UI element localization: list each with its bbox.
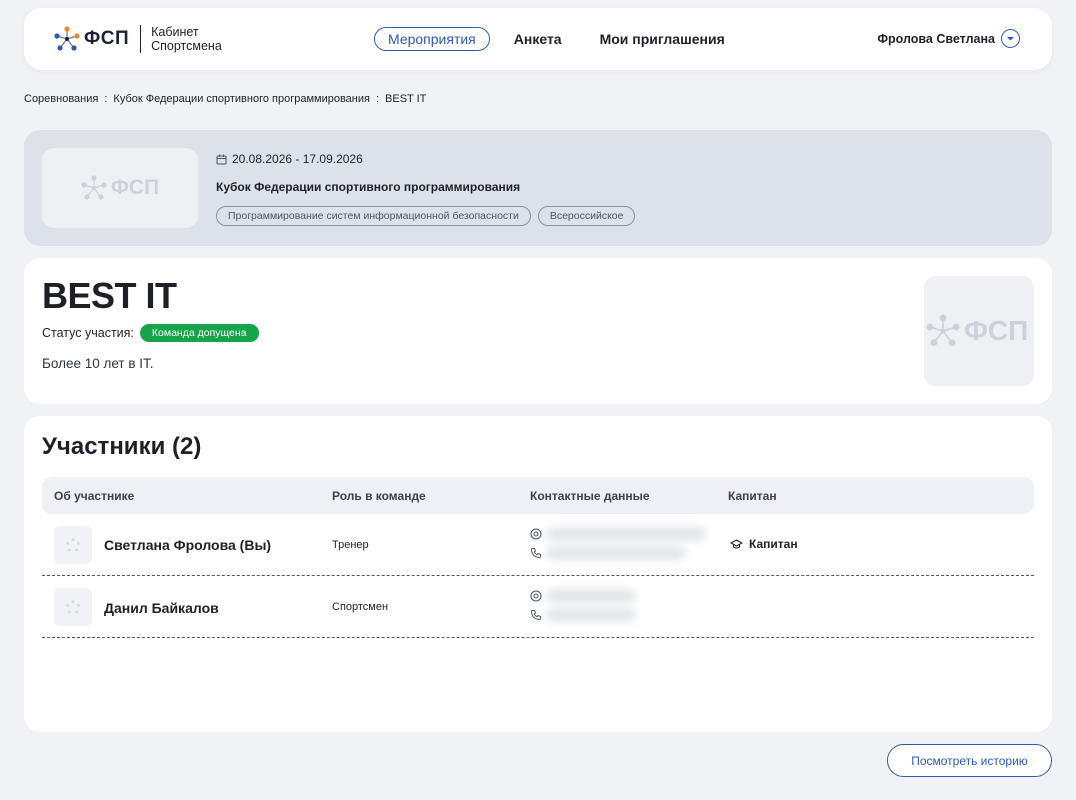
cabinet-label-line1: Кабинет <box>151 25 199 39</box>
fsp-logo-icon <box>66 600 80 614</box>
logo-divider <box>140 25 142 53</box>
logo-placeholder-text: ФСП <box>964 315 1029 346</box>
breadcrumb: Соревнования : Кубок Федерации спортивно… <box>24 93 426 105</box>
breadcrumb-separator: : <box>104 93 108 105</box>
blurred-phone <box>546 545 686 560</box>
team-description: Более 10 лет в IT. <box>42 356 154 371</box>
email-line <box>530 524 706 543</box>
team-logo: ФСП <box>924 276 1034 386</box>
top-header: ФСП Кабинет Спортсмена Мероприятия Анкет… <box>24 8 1052 70</box>
logo-placeholder-text: ФСП <box>110 176 160 199</box>
breadcrumb-separator: : <box>375 93 380 105</box>
team-card: BEST IT Статус участия: Команда допущена… <box>24 258 1052 404</box>
avatar <box>54 526 92 564</box>
table-header: Об участнике Роль в команде Контактные д… <box>42 477 1034 514</box>
table-row[interactable]: Данил Байкалов Спортсмен <box>42 576 1034 638</box>
cabinet-label: Кабинет Спортсмена <box>151 25 222 53</box>
avatar <box>54 588 92 626</box>
column-role: Роль в команде <box>332 489 426 503</box>
breadcrumb-competitions[interactable]: Соревнования <box>24 93 98 105</box>
blurred-email <box>546 526 706 541</box>
member-role: Тренер <box>332 539 369 551</box>
at-sign-icon <box>530 527 542 540</box>
captain-label: Капитан <box>749 537 798 551</box>
event-banner[interactable]: ФСП 20.08.2026 - 17.09.2026 Кубок Федера… <box>24 130 1052 246</box>
user-menu[interactable]: Фролова Светлана <box>877 29 1020 48</box>
view-history-button[interactable]: Посмотреть историю <box>887 744 1052 777</box>
fsp-logo[interactable]: ФСП Кабинет Спортсмена <box>54 25 222 53</box>
event-tags: Программирование систем информационной б… <box>216 206 642 226</box>
blurred-phone <box>546 607 636 622</box>
member-role: Спортсмен <box>332 601 389 613</box>
logo-text: ФСП <box>84 28 130 49</box>
phone-line <box>530 605 636 624</box>
event-title: Кубок Федерации спортивного программиров… <box>216 180 521 194</box>
phone-icon <box>530 547 541 558</box>
nav-invitations[interactable]: Мои приглашения <box>600 31 725 47</box>
breadcrumb-cup[interactable]: Кубок Федерации спортивного программиров… <box>113 93 370 105</box>
at-sign-icon <box>530 589 542 602</box>
email-line <box>530 586 636 605</box>
fsp-logo-placeholder: ФСП <box>926 314 1028 348</box>
cabinet-label-line2: Спортсмена <box>151 39 222 53</box>
member-contacts <box>530 586 636 624</box>
fsp-logo-icon <box>926 314 960 347</box>
fsp-logo-icon <box>66 538 80 552</box>
status-badge: Команда допущена <box>139 324 259 342</box>
event-tag-discipline: Программирование систем информационной б… <box>216 206 531 226</box>
team-name: BEST IT <box>42 275 177 316</box>
phone-line <box>530 543 706 562</box>
members-title: Участники (2) <box>42 433 202 460</box>
member-name: Светлана Фролова (Вы) <box>104 537 272 553</box>
nav-profile[interactable]: Анкета <box>514 31 562 47</box>
blurred-email <box>546 588 636 603</box>
column-about: Об участнике <box>54 489 135 503</box>
main-nav: Мероприятия Анкета Мои приглашения <box>374 27 725 51</box>
calendar-icon <box>216 154 227 164</box>
captain-indicator: Капитан <box>730 537 798 551</box>
column-contacts: Контактные данные <box>530 489 650 503</box>
event-dates: 20.08.2026 - 17.09.2026 <box>216 152 363 166</box>
user-name: Фролова Светлана <box>877 31 995 46</box>
phone-icon <box>530 609 541 620</box>
members-section: Участники (2) Об участнике Роль в команд… <box>24 416 1052 732</box>
event-dates-text: 20.08.2026 - 17.09.2026 <box>232 152 363 166</box>
event-logo: ФСП <box>42 148 198 228</box>
fsp-logo-icon <box>54 26 80 51</box>
event-tag-level: Всероссийское <box>537 206 636 226</box>
fsp-logo-placeholder: ФСП <box>81 175 159 201</box>
team-status: Статус участия: Команда допущена <box>42 324 259 342</box>
breadcrumb-team: BEST IT <box>385 93 427 105</box>
table-row[interactable]: Светлана Фролова (Вы) Тренер Капитан <box>42 514 1034 576</box>
chevron-down-icon[interactable] <box>1001 29 1020 48</box>
member-name: Данил Байкалов <box>104 600 219 616</box>
member-contacts <box>530 524 706 562</box>
nav-events[interactable]: Мероприятия <box>374 27 490 51</box>
fsp-logo-icon <box>81 175 107 200</box>
column-captain: Капитан <box>728 489 777 503</box>
status-label: Статус участия: <box>42 326 134 340</box>
graduation-cap-icon <box>730 538 743 548</box>
